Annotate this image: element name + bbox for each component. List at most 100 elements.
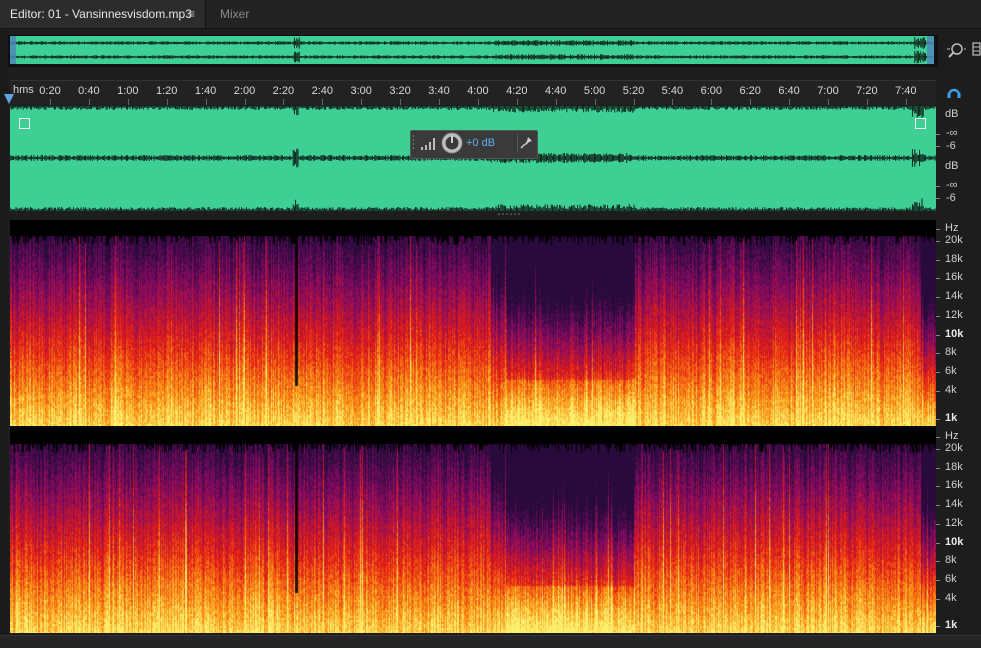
spectral-display-channel-2[interactable]	[10, 428, 936, 633]
left-panel-edge	[0, 30, 8, 635]
tab-bar: Editor: 01 - Vansinnesvisdom.mp3 ≡ Mixer	[0, 0, 981, 29]
frequency-label: Hz	[945, 222, 959, 234]
ruler-tick-mark	[322, 99, 324, 105]
spectral-display-channel-1[interactable]	[10, 220, 936, 426]
ruler-tick-mark	[205, 99, 207, 105]
volume-knob-icon[interactable]	[441, 132, 463, 154]
time-ruler[interactable]: 0:20 0:40 1:00 1:20 1:40 2:00 2:20 2:40 3:00 3:20…	[10, 80, 936, 105]
frequency-tick	[936, 626, 940, 627]
zoom-icon[interactable]	[946, 40, 966, 60]
overview-waveform-graphic	[10, 37, 934, 64]
waveform-trace	[10, 106, 936, 119]
ruler-tick-mark	[633, 99, 635, 105]
frequency-label: 20k	[945, 442, 963, 454]
frequency-label: 4k	[945, 591, 957, 604]
frequency-tick	[936, 371, 940, 373]
frequency-tick	[936, 486, 940, 488]
frequency-tick	[936, 523, 940, 525]
ruler-tick-label: 6:00	[700, 85, 723, 97]
ruler-tick-label: 0:40	[78, 85, 100, 97]
bottom-scrollbar[interactable]	[0, 635, 981, 648]
overview-waveform[interactable]	[10, 36, 934, 64]
frequency-tick	[936, 297, 940, 299]
hud-gain-value[interactable]: +0 dB	[466, 137, 495, 149]
loop-icon[interactable]	[945, 83, 963, 101]
tab-menu-icon[interactable]: ≡	[188, 0, 195, 28]
ruler-tick-mark	[828, 99, 829, 105]
ruler-tick-mark	[166, 99, 168, 105]
frequency-label: 14k	[945, 498, 963, 511]
ruler-unit-label: hms	[13, 84, 34, 96]
ruler-tick-mark	[711, 99, 713, 105]
ruler-tick-label: 3:20	[389, 85, 411, 97]
hud-grip-icon[interactable]	[412, 133, 415, 153]
ruler-tick-mark	[866, 99, 868, 105]
ruler-tick-label: 5:00	[583, 85, 606, 97]
db-scale-ch2-unit: dB	[945, 160, 959, 172]
ruler-tick-mark	[555, 99, 557, 105]
db-scale-ch2-inf: -∞	[946, 179, 958, 191]
frequency-tick	[936, 467, 940, 469]
panel-divider-handle[interactable]	[495, 212, 523, 216]
level-bars-icon	[421, 138, 435, 150]
ruler-tick-mark	[750, 99, 752, 105]
ruler-tick-label: 1:00	[117, 85, 139, 97]
tab-mixer[interactable]: Mixer	[210, 0, 259, 28]
frequency-label: 4k	[945, 383, 957, 396]
ruler-tick-label: 2:20	[272, 85, 295, 97]
frequency-label: 18k	[945, 460, 963, 473]
ruler-tick-mark	[594, 99, 596, 105]
ruler-tick-label: 1:40	[194, 85, 217, 97]
frequency-tick	[936, 278, 940, 280]
db-scale	[936, 106, 981, 211]
frequency-tick	[936, 579, 940, 581]
ruler-tick-label: 6:20	[739, 85, 761, 97]
frequency-tick	[936, 390, 940, 392]
ruler-tick-mark	[516, 99, 518, 105]
panel-toggle-icon[interactable]	[972, 40, 981, 60]
frequency-tick	[936, 437, 940, 438]
spectrogram-channel-1	[10, 220, 936, 426]
overview-range-start-handle[interactable]	[10, 36, 16, 64]
spectrogram-channel-2	[10, 428, 936, 633]
frequency-tick	[936, 229, 940, 230]
frequency-tick	[936, 505, 940, 507]
ruler-tick-label: 0:20	[39, 85, 61, 97]
frequency-label: 6k	[945, 572, 957, 585]
frequency-label: 10k	[945, 327, 964, 340]
ruler-tick-label: 1:20	[155, 85, 178, 97]
pin-icon[interactable]	[517, 134, 534, 152]
frequency-tick	[936, 241, 940, 242]
frequency-tick	[936, 259, 940, 261]
tab-editor[interactable]: Editor: 01 - Vansinnesvisdom.mp3	[0, 0, 206, 28]
frequency-tick	[936, 449, 940, 450]
fade-in-handle[interactable]	[19, 118, 30, 129]
ruler-tick-mark	[50, 99, 51, 105]
overview-range-end-handle[interactable]	[927, 36, 934, 64]
ruler-tick-mark	[789, 99, 791, 105]
ruler-tick-label: 3:00	[350, 85, 372, 97]
frequency-tick	[936, 315, 940, 317]
ruler-tick-label: 6:40	[778, 85, 800, 97]
frequency-label: 1k	[945, 412, 958, 424]
db-scale-ch1-minus6: -6	[946, 140, 956, 152]
frequency-label: 1k	[945, 619, 958, 631]
ruler-tick-label: 2:40	[311, 85, 334, 97]
ruler-tick-mark	[905, 99, 907, 105]
fade-out-handle[interactable]	[915, 118, 926, 129]
ruler-tick-label: 4:20	[506, 85, 528, 97]
frequency-label: 12k	[945, 308, 963, 321]
frequency-label: 20k	[945, 234, 963, 246]
db-tick	[936, 186, 940, 187]
ruler-tick-mark	[477, 99, 479, 105]
frequency-label: 12k	[945, 516, 963, 529]
db-scale-ch1-unit: dB	[945, 108, 959, 120]
frequency-tick	[936, 598, 940, 600]
ruler-tick-mark	[127, 99, 129, 105]
frequency-label: 14k	[945, 290, 963, 303]
frequency-tick	[936, 561, 940, 563]
playhead-marker[interactable]	[4, 94, 14, 104]
ruler-tick-label: 5:20	[622, 85, 645, 97]
ruler-tick-label: 4:40	[544, 85, 567, 97]
ruler-tick-mark	[439, 99, 440, 105]
